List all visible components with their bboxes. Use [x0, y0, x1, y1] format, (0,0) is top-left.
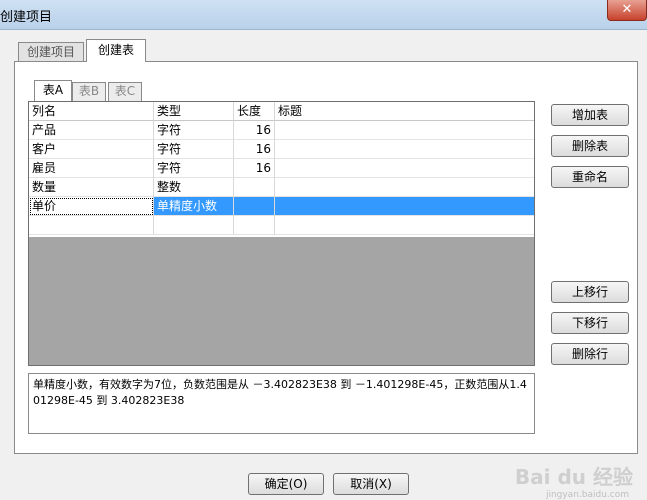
add-table-button[interactable]: 增加表 [551, 104, 629, 126]
close-icon: ✕ [621, 2, 633, 17]
cell-caption[interactable] [275, 216, 534, 235]
tab-table-c[interactable]: 表C [108, 82, 142, 101]
header-type[interactable]: 类型 [154, 102, 234, 121]
tab-create-table[interactable]: 创建表 [86, 39, 146, 62]
table-row-selected[interactable]: 单价 单精度小数 [29, 197, 534, 216]
header-length[interactable]: 长度 [234, 102, 275, 121]
tab-create-project[interactable]: 创建项目 [18, 42, 84, 62]
cell-caption[interactable] [275, 140, 534, 159]
cell-caption[interactable] [275, 197, 534, 216]
cell-caption[interactable] [275, 121, 534, 140]
ok-button[interactable]: 确定(O) [248, 473, 324, 495]
grid-header-row: 列名 类型 长度 标题 [29, 102, 534, 121]
cell-type[interactable]: 单精度小数 [154, 197, 234, 216]
tab-create-project-label: 创建项目 [26, 45, 75, 59]
baidu-watermark-url: jingyan.baidu.com [545, 490, 629, 500]
title-bar: 创建项目 ✕ [0, 0, 647, 30]
table-row[interactable]: 产品 字符 16 [29, 121, 534, 140]
tab-table-b-label: 表B [78, 84, 100, 98]
rename-button[interactable]: 重命名 [551, 166, 629, 188]
window-title: 创建项目 [0, 10, 53, 25]
close-button[interactable]: ✕ [607, 0, 647, 21]
cell-length[interactable] [234, 216, 275, 235]
cell-type[interactable]: 字符 [154, 140, 234, 159]
move-up-button[interactable]: 上移行 [551, 281, 629, 303]
cell-column-name[interactable]: 客户 [29, 140, 154, 159]
table-row[interactable]: 数量 整数 [29, 178, 534, 197]
cell-type[interactable]: 字符 [154, 159, 234, 178]
cell-length[interactable]: 16 [234, 140, 275, 159]
type-description: 单精度小数，有效数字为7位，负数范围是从 －3.402823E38 到 －1.4… [28, 373, 535, 434]
tab-table-a[interactable]: 表A [34, 80, 72, 101]
cell-column-name[interactable]: 雇员 [29, 159, 154, 178]
tab-table-b[interactable]: 表B [72, 82, 106, 101]
cell-column-name[interactable]: 单价 [29, 197, 154, 216]
tab-create-table-label: 创建表 [97, 43, 134, 57]
move-down-button[interactable]: 下移行 [551, 312, 629, 334]
cell-length[interactable] [234, 178, 275, 197]
delete-row-button[interactable]: 删除行 [551, 343, 629, 365]
cell-column-name[interactable]: 产品 [29, 121, 154, 140]
cell-type[interactable] [154, 216, 234, 235]
cell-caption[interactable] [275, 178, 534, 197]
column-grid[interactable]: 列名 类型 长度 标题 产品 字符 16 客户 字符 16 雇员 字符 16 数… [28, 101, 535, 366]
tab-table-c-label: 表C [114, 84, 136, 98]
table-row-new[interactable] [29, 216, 534, 235]
cell-type[interactable]: 整数 [154, 178, 234, 197]
table-row[interactable]: 客户 字符 16 [29, 140, 534, 159]
cell-type[interactable]: 字符 [154, 121, 234, 140]
cell-column-name[interactable] [29, 216, 154, 235]
cell-length[interactable]: 16 [234, 159, 275, 178]
header-caption[interactable]: 标题 [275, 102, 534, 121]
header-column-name[interactable]: 列名 [29, 102, 154, 121]
delete-table-button[interactable]: 删除表 [551, 135, 629, 157]
tab-table-a-label: 表A [42, 83, 64, 97]
cell-length[interactable] [234, 197, 275, 216]
cell-caption[interactable] [275, 159, 534, 178]
cell-length[interactable]: 16 [234, 121, 275, 140]
cancel-button[interactable]: 取消(X) [333, 473, 409, 495]
table-row[interactable]: 雇员 字符 16 [29, 159, 534, 178]
baidu-watermark: Bai du 经验 [514, 465, 633, 489]
cell-column-name[interactable]: 数量 [29, 178, 154, 197]
